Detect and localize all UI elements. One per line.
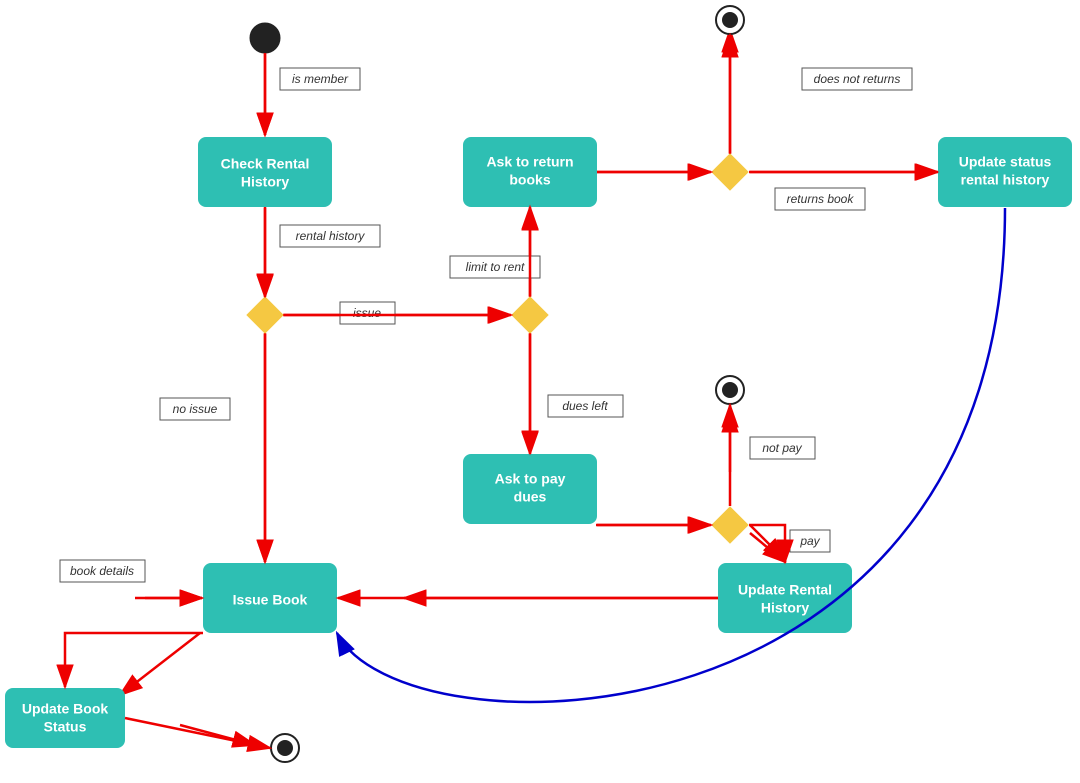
- check-rental-history-label: Check Rental: [221, 156, 310, 172]
- end-node-middle-inner: [722, 382, 738, 398]
- diamond-d2: [512, 297, 548, 333]
- diamond-d1: [247, 297, 283, 333]
- diamond-d4: [712, 507, 748, 543]
- diamond-d3: [712, 154, 748, 190]
- ask-pay-dues-label: Ask to pay: [495, 471, 566, 487]
- label-returns-book: returns book: [787, 192, 855, 206]
- arrow-update-status-to-issue-blue: [337, 208, 1005, 702]
- ask-pay-dues-label2: dues: [514, 489, 547, 505]
- label-dues-left: dues left: [562, 399, 608, 413]
- update-status-rental-history-label2: rental history: [961, 172, 1050, 188]
- label-limit-to-rent: limit to rent: [466, 260, 525, 274]
- update-status-rental-history-label: Update status: [959, 154, 1052, 170]
- label-book-details: book details: [70, 564, 134, 578]
- arrow-update-book-to-end-bottom: [125, 718, 270, 748]
- end-node-top-inner: [722, 12, 738, 28]
- issue-book-label: Issue Book: [233, 592, 308, 608]
- update-rental-history-label: Update Rental: [738, 582, 832, 598]
- check-rental-history-label2: History: [241, 174, 289, 190]
- update-book-status-label: Update Book: [22, 701, 109, 717]
- update-rental-history-box: [718, 563, 852, 633]
- label-does-not-return: does not returns: [814, 72, 901, 86]
- check-rental-history-box: [198, 137, 332, 207]
- start-node: [250, 23, 280, 53]
- update-book-status-label2: Status: [44, 719, 87, 735]
- label-no-issue: no issue: [173, 402, 218, 416]
- label-pay: pay: [799, 534, 820, 548]
- update-rental-history-label2: History: [761, 600, 809, 616]
- label-is-member: is member: [292, 72, 349, 86]
- label-rental-history: rental history: [296, 229, 366, 243]
- label-not-pay: not pay: [762, 441, 802, 455]
- ask-return-books-label: Ask to return: [486, 154, 573, 170]
- end-node-bottom-inner: [277, 740, 293, 756]
- label-issue: issue: [353, 306, 381, 320]
- ask-return-books-label2: books: [509, 172, 550, 188]
- arrow-issue-to-update-book: [65, 633, 203, 687]
